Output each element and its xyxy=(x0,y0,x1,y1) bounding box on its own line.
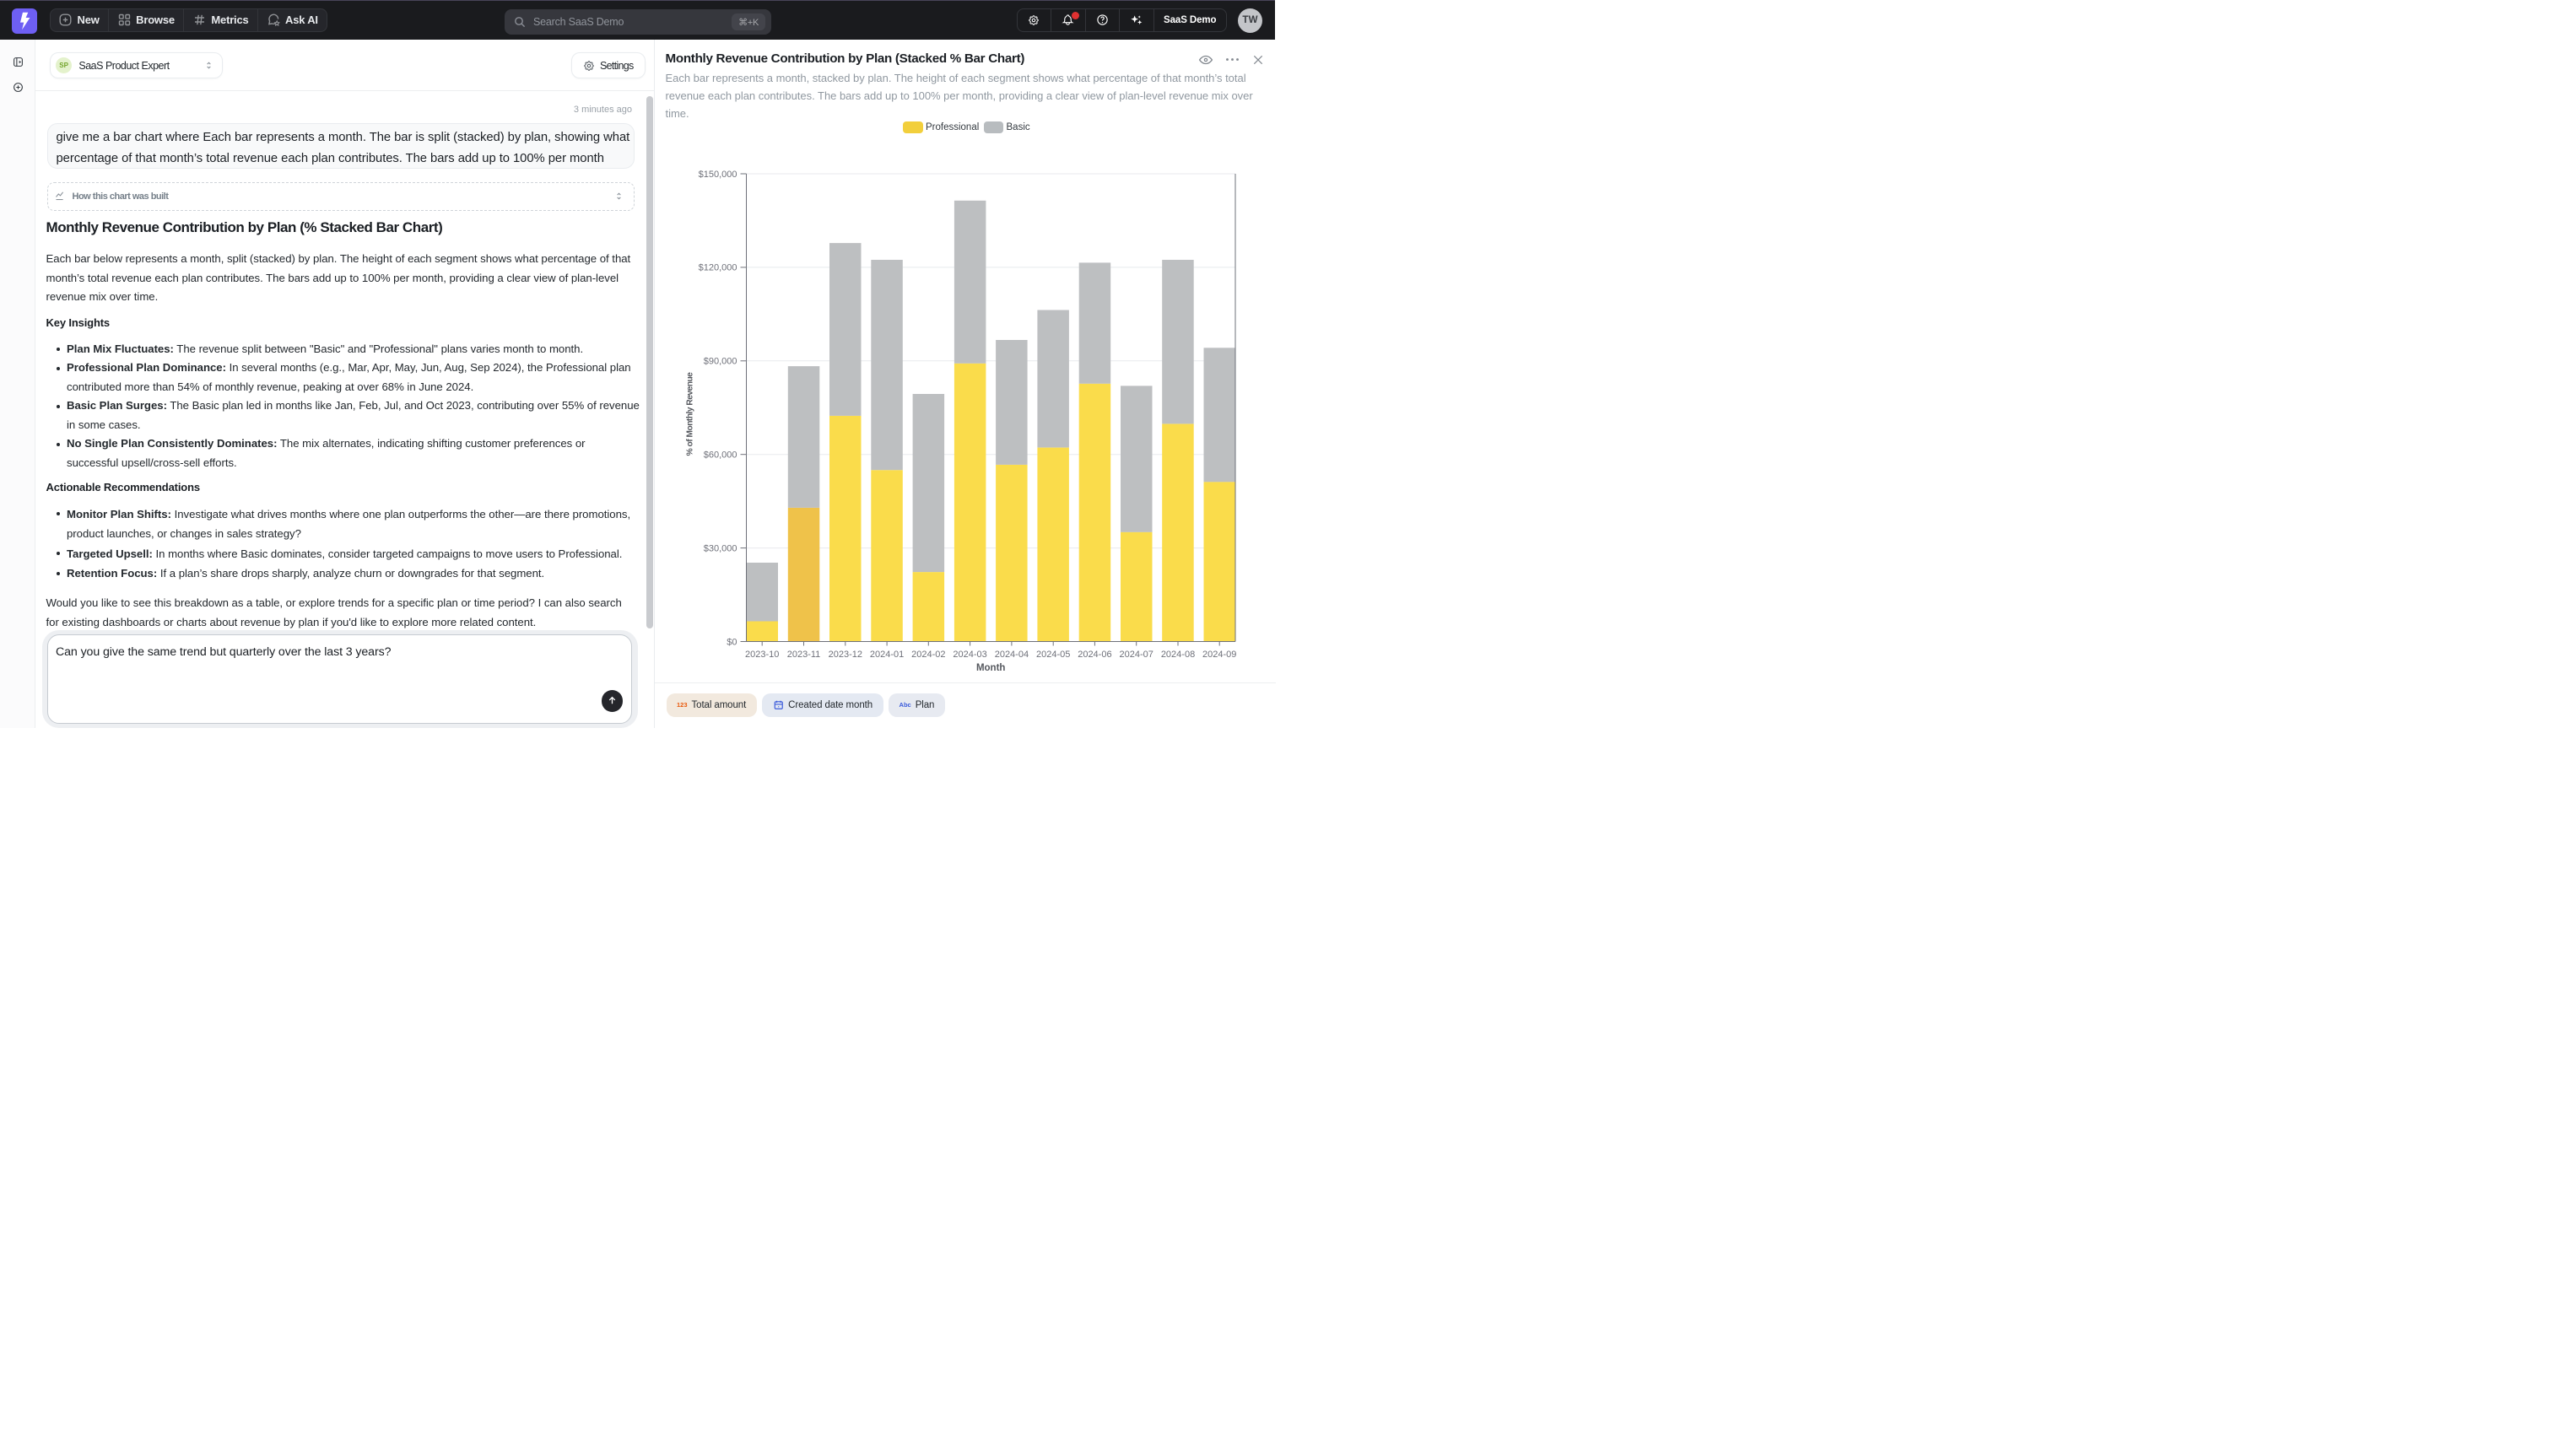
svg-text:Month: Month xyxy=(976,663,1005,673)
svg-text:2024-05: 2024-05 xyxy=(1036,650,1070,660)
svg-text:$90,000: $90,000 xyxy=(704,357,737,367)
svg-text:$150,000: $150,000 xyxy=(699,170,737,180)
svg-text:2024-06: 2024-06 xyxy=(1078,650,1111,660)
svg-text:2024-08: 2024-08 xyxy=(1161,650,1195,660)
svg-text:2023-11: 2023-11 xyxy=(787,650,821,660)
svg-text:$30,000: $30,000 xyxy=(704,543,737,553)
svg-text:2023-12: 2023-12 xyxy=(829,650,862,660)
svg-text:$60,000: $60,000 xyxy=(704,450,737,461)
svg-text:$120,000: $120,000 xyxy=(699,263,737,273)
svg-text:2024-07: 2024-07 xyxy=(1120,650,1153,660)
svg-text:2024-04: 2024-04 xyxy=(995,650,1029,660)
svg-text:2023-10: 2023-10 xyxy=(745,650,779,660)
svg-text:2024-01: 2024-01 xyxy=(870,650,904,660)
svg-text:2024-03: 2024-03 xyxy=(953,650,986,660)
svg-text:2024-09: 2024-09 xyxy=(1202,650,1236,660)
svg-text:$0: $0 xyxy=(727,637,737,647)
svg-text:2024-02: 2024-02 xyxy=(911,650,945,660)
svg-text:% of Monthly Revenue: % of Monthly Revenue xyxy=(686,372,695,456)
